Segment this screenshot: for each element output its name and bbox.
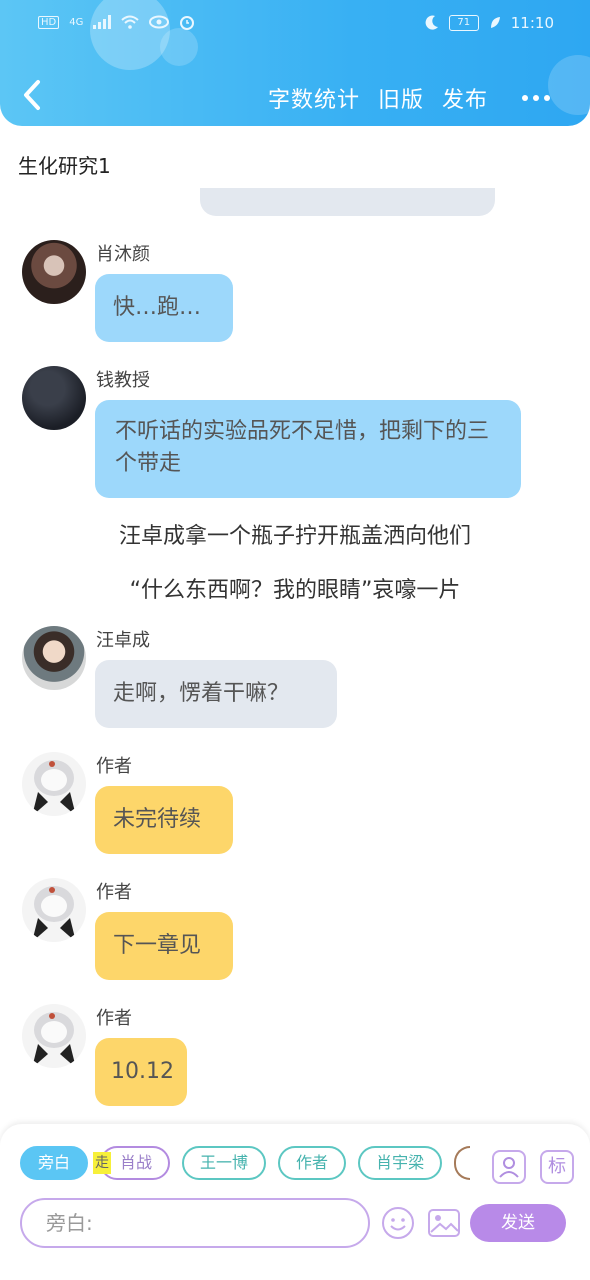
- avatar[interactable]: [22, 240, 86, 304]
- word-count-button[interactable]: 字数统计: [268, 82, 360, 114]
- message-bubble[interactable]: 10.12: [95, 1038, 187, 1106]
- avatar[interactable]: [22, 1004, 86, 1068]
- publish-button[interactable]: 发布: [442, 82, 488, 114]
- sender-name: 汪卓成: [96, 630, 150, 651]
- decor-bubble: [548, 55, 590, 115]
- message-bubble[interactable]: 未完待续: [95, 786, 233, 854]
- anime-character-icon: [32, 1012, 76, 1068]
- anime-character-icon: [32, 886, 76, 942]
- message-bubble[interactable]: 不听话的实验品死不足惜，把剩下的三个带走: [95, 400, 521, 498]
- sender-name: 作者: [96, 1008, 132, 1029]
- leaf-icon: [490, 17, 500, 28]
- avatar[interactable]: [22, 366, 86, 430]
- role-chip[interactable]: 作者: [278, 1146, 347, 1180]
- send-button[interactable]: 发送: [470, 1204, 566, 1242]
- chat-title: 生化研究1: [18, 154, 111, 178]
- tag-button[interactable]: 标: [540, 1150, 574, 1184]
- eye-icon: [149, 15, 170, 29]
- old-version-button[interactable]: 旧版: [378, 82, 424, 114]
- sender-name: 作者: [96, 756, 132, 777]
- wifi-icon: [121, 15, 140, 29]
- back-arrow-icon[interactable]: [18, 78, 48, 112]
- message-bubble[interactable]: 下一章见: [95, 912, 233, 980]
- narration-text[interactable]: 汪卓成拿一个瓶子拧开瓶盖洒向他们: [0, 518, 590, 550]
- signal-icon: [93, 15, 112, 29]
- top-header: HD 4G 71 11:10 字数统计 旧版 发布: [0, 0, 590, 126]
- battery-icon: 71: [448, 15, 479, 31]
- role-chip-partial[interactable]: [454, 1146, 471, 1180]
- avatar[interactable]: [22, 752, 86, 816]
- sender-name: 作者: [96, 882, 132, 903]
- narration-text[interactable]: “什么东西啊？我的眼睛”哀嚎一片: [0, 572, 590, 604]
- sender-name: 钱教授: [96, 370, 150, 391]
- header-actions: 字数统计 旧版 发布: [268, 82, 550, 114]
- hd-indicator: HD: [38, 15, 60, 29]
- alarm-icon: [180, 16, 195, 30]
- network-type: 4G: [69, 16, 84, 28]
- message-bubble[interactable]: 快…跑…: [95, 274, 233, 342]
- role-chip[interactable]: 肖宇梁: [358, 1146, 443, 1180]
- role-chip[interactable]: 王一博: [182, 1146, 267, 1180]
- status-bar: HD 4G 71 11:10: [0, 8, 590, 40]
- previous-message-bubble[interactable]: [200, 188, 495, 216]
- avatar[interactable]: [22, 626, 86, 690]
- message-input[interactable]: [22, 1200, 368, 1246]
- message-input-box[interactable]: [20, 1198, 370, 1248]
- character-button[interactable]: [492, 1150, 526, 1184]
- sender-name: 肖沐颜: [96, 244, 150, 265]
- role-chip-narration[interactable]: 旁白: [20, 1146, 89, 1180]
- person-icon: [499, 1157, 519, 1178]
- clock: 11:10: [510, 14, 554, 32]
- message-bubble[interactable]: 走啊，愣着干嘛？: [95, 660, 337, 728]
- image-icon[interactable]: [427, 1207, 461, 1239]
- anime-character-icon: [32, 760, 76, 816]
- highlight-marker: 走: [93, 1152, 111, 1174]
- moon-icon: [425, 15, 438, 30]
- more-icon[interactable]: [522, 95, 550, 101]
- role-chips: 旁白 肖战 王一博 作者 肖宇梁: [20, 1146, 471, 1180]
- avatar[interactable]: [22, 878, 86, 942]
- emoji-icon[interactable]: [380, 1205, 416, 1241]
